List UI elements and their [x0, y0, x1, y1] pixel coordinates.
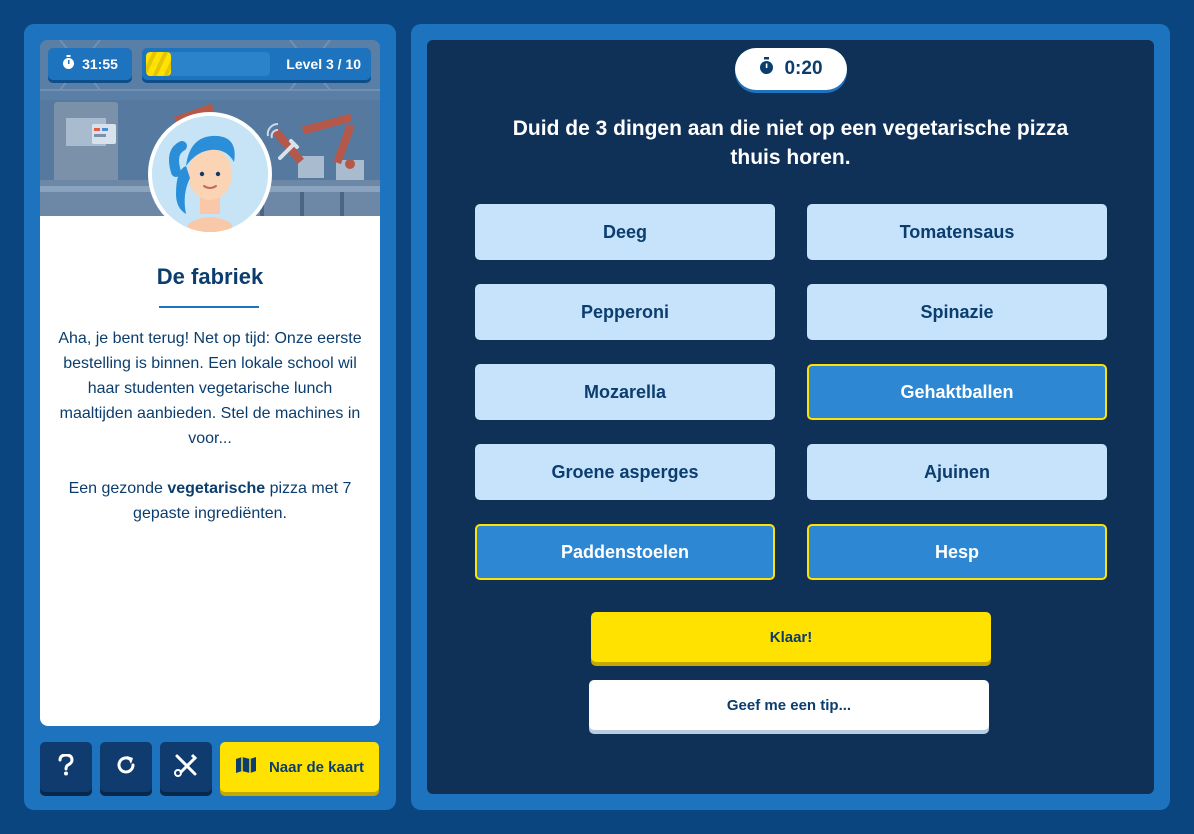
countdown-value: 0:20 — [784, 58, 823, 79]
elapsed-time: 31:55 — [82, 56, 118, 72]
restart-icon — [115, 754, 137, 781]
answer-option[interactable]: Gehaktballen — [807, 364, 1107, 420]
stopwatch-icon — [759, 57, 774, 81]
tip-button[interactable]: Geef me een tip... — [589, 680, 989, 730]
answer-option[interactable]: Groene asperges — [475, 444, 775, 500]
answer-option[interactable]: Ajuinen — [807, 444, 1107, 500]
story-paragraph-2-start: Een gezonde — [68, 480, 168, 497]
title-divider — [159, 306, 259, 308]
answer-option[interactable]: Spinazie — [807, 284, 1107, 340]
answer-option[interactable]: Tomatensaus — [807, 204, 1107, 260]
story-emphasis: vegetarische — [167, 480, 266, 497]
tools-button[interactable] — [160, 742, 212, 792]
stopwatch-icon — [62, 55, 75, 73]
level-indicator: Level 3 / 10 — [142, 48, 371, 80]
question-countdown: 0:20 — [735, 48, 847, 90]
level-progress-fill — [146, 52, 171, 76]
avatar — [148, 112, 272, 236]
story-paragraph-1: Aha, je bent terug! Net op tijd: Onze ee… — [58, 330, 362, 447]
quiz-area: 0:20 Duid de 3 dingen aan die niet op ee… — [427, 40, 1154, 794]
story-text: Aha, je bent terug! Net op tijd: Onze ee… — [58, 326, 362, 526]
quiz-panel: 0:20 Duid de 3 dingen aan die niet op ee… — [411, 24, 1170, 810]
answer-option[interactable]: Mozarella — [475, 364, 775, 420]
question-text: Duid de 3 dingen aan die niet op een veg… — [512, 117, 1069, 169]
map-icon — [235, 756, 257, 778]
answer-option[interactable]: Deeg — [475, 204, 775, 260]
story-title: De fabriek — [156, 264, 264, 289]
level-label: Level 3 / 10 — [286, 56, 361, 72]
help-button[interactable] — [40, 742, 92, 792]
answer-option[interactable]: Hesp — [807, 524, 1107, 580]
done-button[interactable]: Klaar! — [591, 612, 991, 662]
answer-option[interactable]: Pepperoni — [475, 284, 775, 340]
question-mark-icon — [58, 752, 74, 781]
level-progress-bar — [146, 52, 270, 76]
story-card: 31:55 Level 3 / 10 De fabriek Aha, je be… — [40, 40, 380, 726]
answer-option[interactable]: Paddenstoelen — [475, 524, 775, 580]
restart-button[interactable] — [100, 742, 152, 792]
elapsed-timer: 31:55 — [48, 48, 132, 80]
story-paragraph-2: Een gezonde vegetarische pizza met 7 gep… — [58, 476, 362, 526]
crossed-tools-icon — [174, 753, 198, 782]
map-button-label: Naar de kaart — [268, 758, 365, 776]
story-panel: 31:55 Level 3 / 10 De fabriek Aha, je be… — [24, 24, 396, 810]
map-button[interactable]: Naar de kaart — [220, 742, 379, 792]
